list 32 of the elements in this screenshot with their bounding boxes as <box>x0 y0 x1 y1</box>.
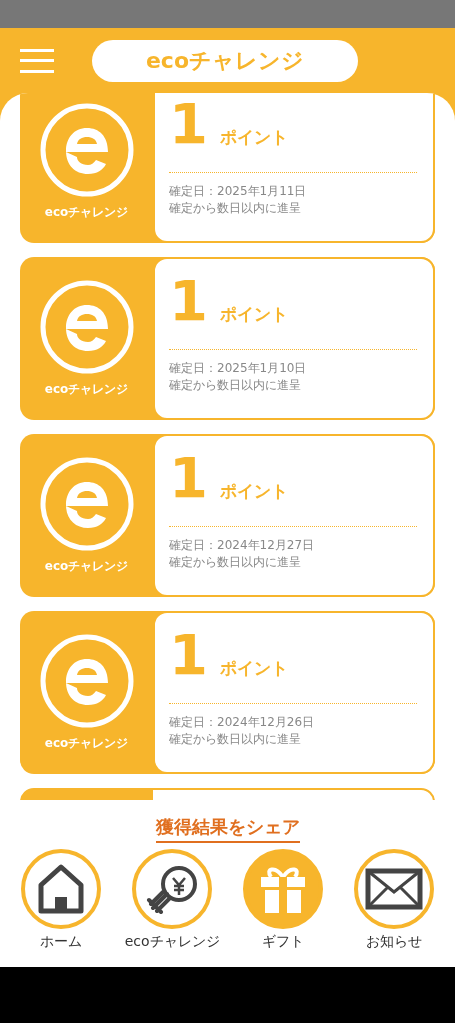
grant-note: 確定から数日以内に進呈 <box>169 376 302 394</box>
logo-label: ecoチャレンジ <box>44 204 129 221</box>
confirm-date: 確定日：2025年1月11日 <box>169 183 308 200</box>
grant-note: 確定から数日以内に進呈 <box>169 553 302 571</box>
nav-item[interactable]: ホーム <box>7 849 116 951</box>
envelope-icon <box>364 868 423 910</box>
point-unit: ポイント <box>219 657 288 680</box>
point-value: 1 <box>169 96 208 152</box>
confirm-date: 確定日：2025年1月10日 <box>169 360 308 377</box>
nav-item[interactable]: お知らせ <box>339 849 448 951</box>
grant-note: 確定から数日以内に進呈 <box>169 730 302 748</box>
eco-logo-icon <box>38 456 135 552</box>
page-title: ecoチャレンジ <box>92 39 358 82</box>
point-unit: ポイント <box>219 303 288 326</box>
point-unit: ポイント <box>219 126 288 149</box>
confirm-date: 確定日：2024年12月26日 <box>169 714 316 731</box>
nav-item[interactable]: ギフト <box>228 849 337 951</box>
eco-logo-icon <box>38 279 135 375</box>
point-value: 1 <box>169 450 208 506</box>
point-value: 1 <box>169 627 208 683</box>
logo-label: ecoチャレンジ <box>44 558 129 575</box>
menu-icon[interactable] <box>20 48 54 73</box>
logo-label: ecoチャレンジ <box>44 381 129 398</box>
point-unit: ポイント <box>219 480 288 503</box>
nav-item[interactable]: ecoチャレンジ <box>118 849 227 951</box>
eco-logo-icon <box>38 633 135 729</box>
logo-label: ecoチャレンジ <box>44 735 129 752</box>
point-value: 1 <box>169 273 208 329</box>
home-icon <box>37 863 86 915</box>
eco-logo-icon <box>38 102 135 198</box>
confirm-date: 確定日：2024年12月27日 <box>169 537 316 554</box>
grant-note: 確定から数日以内に進呈 <box>169 199 302 217</box>
